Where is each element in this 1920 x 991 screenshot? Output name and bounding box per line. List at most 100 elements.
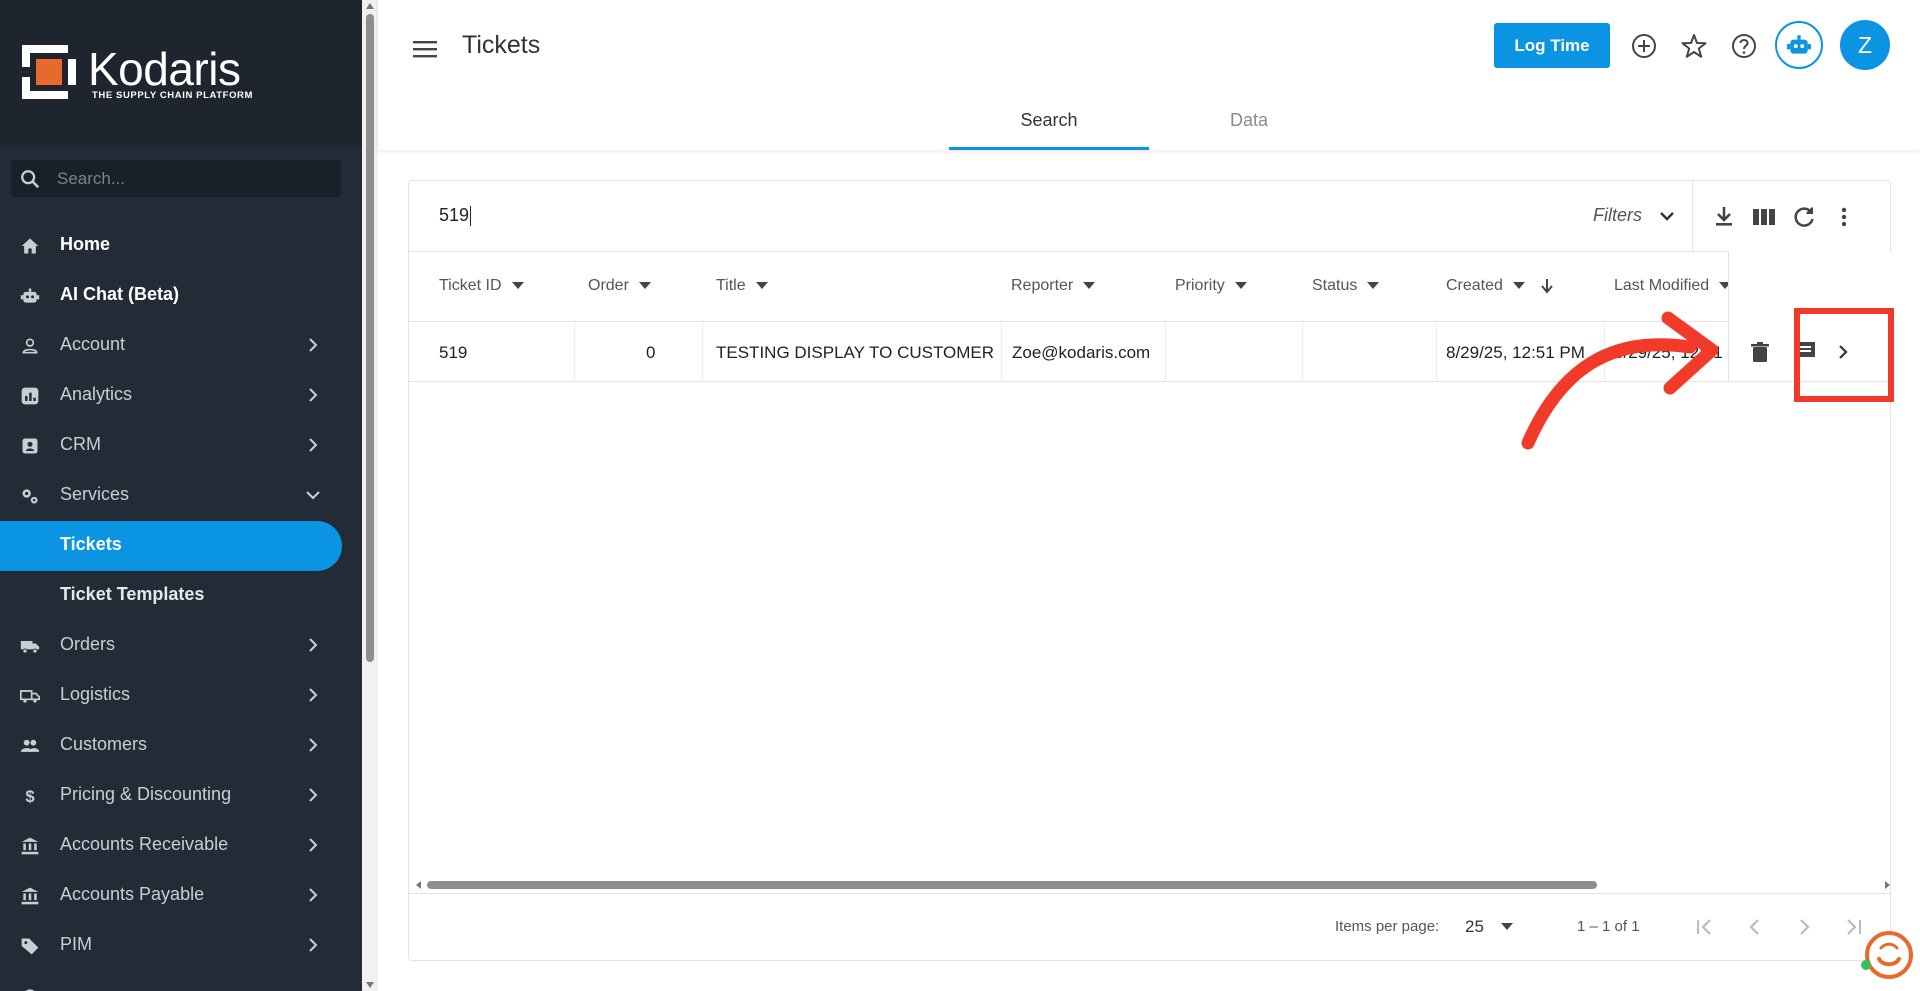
sort-arrow-icon[interactable] [755, 282, 768, 290]
hamburger-menu-icon[interactable] [410, 34, 440, 64]
sidebar-item-analytics[interactable]: Analytics [0, 371, 342, 421]
sidebar-item-label: Accounts Receivable [60, 834, 229, 854]
column-header-created[interactable]: Created [1446, 277, 1555, 295]
sort-arrow-icon[interactable] [1234, 282, 1247, 290]
sidebar-item-label: Pricing & Discounting [60, 784, 232, 804]
sidebar: Kodaris THE SUPPLY CHAIN PLATFORM Search… [0, 0, 362, 991]
support-chat-button[interactable] [1859, 928, 1913, 982]
sidebar-item-home[interactable]: Home [0, 221, 342, 271]
items-per-page-label: Items per page: [1335, 918, 1440, 935]
sidebar-item-partial [0, 971, 342, 991]
sidebar-item-pricing-discounting[interactable]: $ Pricing & Discounting [0, 771, 342, 821]
sidebar-item-services[interactable]: Services [0, 471, 342, 521]
contact-card-icon [22, 438, 38, 454]
chevron-right-icon[interactable] [1833, 342, 1853, 362]
column-header-last-modified[interactable]: Last Modified [1614, 277, 1732, 295]
sidebar-item-label: Accounts Payable [60, 884, 205, 904]
sidebar-item-label: Customers [60, 734, 148, 754]
divider [574, 322, 575, 381]
chevron-right-icon [309, 788, 318, 802]
star-icon[interactable] [1680, 32, 1708, 60]
refresh-icon[interactable] [1791, 204, 1817, 230]
chevron-down-icon [306, 491, 320, 500]
columns-icon[interactable] [1751, 204, 1777, 230]
sidebar-item-accounts-payable[interactable]: Accounts Payable [0, 871, 342, 921]
scroll-up-arrow-icon[interactable] [366, 3, 374, 9]
chevron-right-icon [309, 438, 318, 452]
sort-arrow-icon[interactable] [638, 282, 651, 290]
delete-icon[interactable] [1748, 340, 1772, 364]
dropdown-arrow-icon[interactable] [1501, 923, 1513, 930]
person-icon [22, 338, 38, 354]
items-per-page-select[interactable]: 25 [1465, 917, 1484, 937]
sort-arrow-icon[interactable] [1367, 282, 1380, 290]
column-header-order[interactable]: Order [588, 277, 651, 295]
sidebar-item-crm[interactable]: CRM [0, 421, 342, 471]
brand-name: Kodaris [88, 43, 241, 95]
search-icon [21, 170, 40, 189]
sidebar-item-ai-chat[interactable]: AI Chat (Beta) [0, 271, 342, 321]
divider [409, 381, 1892, 382]
column-header-ticket-id[interactable]: Ticket ID [439, 277, 524, 295]
more-vert-icon[interactable] [1831, 204, 1857, 230]
scrollbar-thumb[interactable] [366, 14, 374, 662]
sidebar-search-input[interactable]: Search... [11, 160, 341, 197]
sidebar-scrollbar[interactable] [362, 0, 378, 991]
chevron-right-icon [309, 688, 318, 702]
sidebar-item-label: Account [60, 334, 126, 354]
divider [1165, 322, 1166, 381]
download-icon[interactable] [1711, 204, 1737, 230]
horizontal-scrollbar[interactable] [416, 879, 1890, 891]
sidebar-item-tickets[interactable]: Tickets [0, 521, 342, 571]
sidebar-item-account[interactable]: Account [0, 321, 342, 371]
next-page-icon[interactable] [1790, 913, 1818, 941]
sidebar-item-accounts-receivable[interactable]: Accounts Receivable [0, 821, 342, 871]
column-header-label: Reporter [1011, 277, 1074, 294]
sidebar-item-ticket-templates[interactable]: Ticket Templates [0, 571, 342, 621]
people-icon [20, 739, 40, 752]
svg-text:$: $ [25, 787, 35, 806]
scroll-right-arrow-icon[interactable] [1883, 881, 1891, 889]
table-search-input[interactable]: 519 [439, 205, 472, 227]
sidebar-item-customers[interactable]: Customers [0, 721, 342, 771]
chevron-right-icon [309, 938, 318, 952]
column-header-status[interactable]: Status [1312, 277, 1380, 295]
sort-arrow-icon[interactable] [511, 282, 524, 290]
chevron-right-icon [309, 388, 318, 402]
sidebar-item-logistics[interactable]: Logistics [0, 671, 342, 721]
sort-arrow-icon[interactable] [1512, 282, 1525, 290]
column-header-label: Last Modified [1614, 277, 1710, 294]
row-actions-column [1728, 251, 1891, 381]
sidebar-item-label: CRM [60, 434, 101, 454]
filters-button[interactable]: Filters [1593, 205, 1642, 226]
column-header-title[interactable]: Title [716, 277, 768, 295]
tab-search[interactable]: Search [949, 96, 1149, 150]
column-header-label: Order [588, 277, 629, 294]
column-header-priority[interactable]: Priority [1175, 277, 1247, 295]
tab-data[interactable]: Data [1149, 96, 1349, 150]
previous-page-icon[interactable] [1741, 913, 1769, 941]
chevron-down-icon[interactable] [1657, 206, 1677, 226]
column-header-label: Status [1312, 277, 1358, 294]
column-header-reporter[interactable]: Reporter [1011, 277, 1096, 295]
comment-icon[interactable] [1792, 339, 1818, 365]
scroll-left-arrow-icon[interactable] [415, 881, 423, 889]
scroll-down-arrow-icon[interactable] [366, 982, 374, 988]
sidebar-item-pim[interactable]: PIM [0, 921, 342, 971]
sort-arrow-icon[interactable] [1083, 282, 1096, 290]
sidebar-item-orders[interactable]: Orders [0, 621, 342, 671]
cell-title: TESTING DISPLAY TO CUSTOMER [716, 343, 995, 362]
log-time-button[interactable]: Log Time [1494, 23, 1610, 68]
user-avatar[interactable]: Z [1840, 20, 1890, 70]
toolbar-divider [1692, 181, 1693, 251]
divider [409, 251, 1892, 252]
sort-descending-icon[interactable] [1539, 278, 1555, 294]
scrollbar-thumb[interactable] [427, 881, 1597, 889]
first-page-icon[interactable] [1691, 913, 1719, 941]
divider [409, 893, 1892, 894]
help-icon[interactable] [1730, 32, 1758, 60]
bank-icon [21, 887, 39, 905]
chevron-right-icon [309, 638, 318, 652]
ai-assistant-button[interactable] [1775, 21, 1823, 69]
add-circle-icon[interactable] [1630, 32, 1658, 60]
